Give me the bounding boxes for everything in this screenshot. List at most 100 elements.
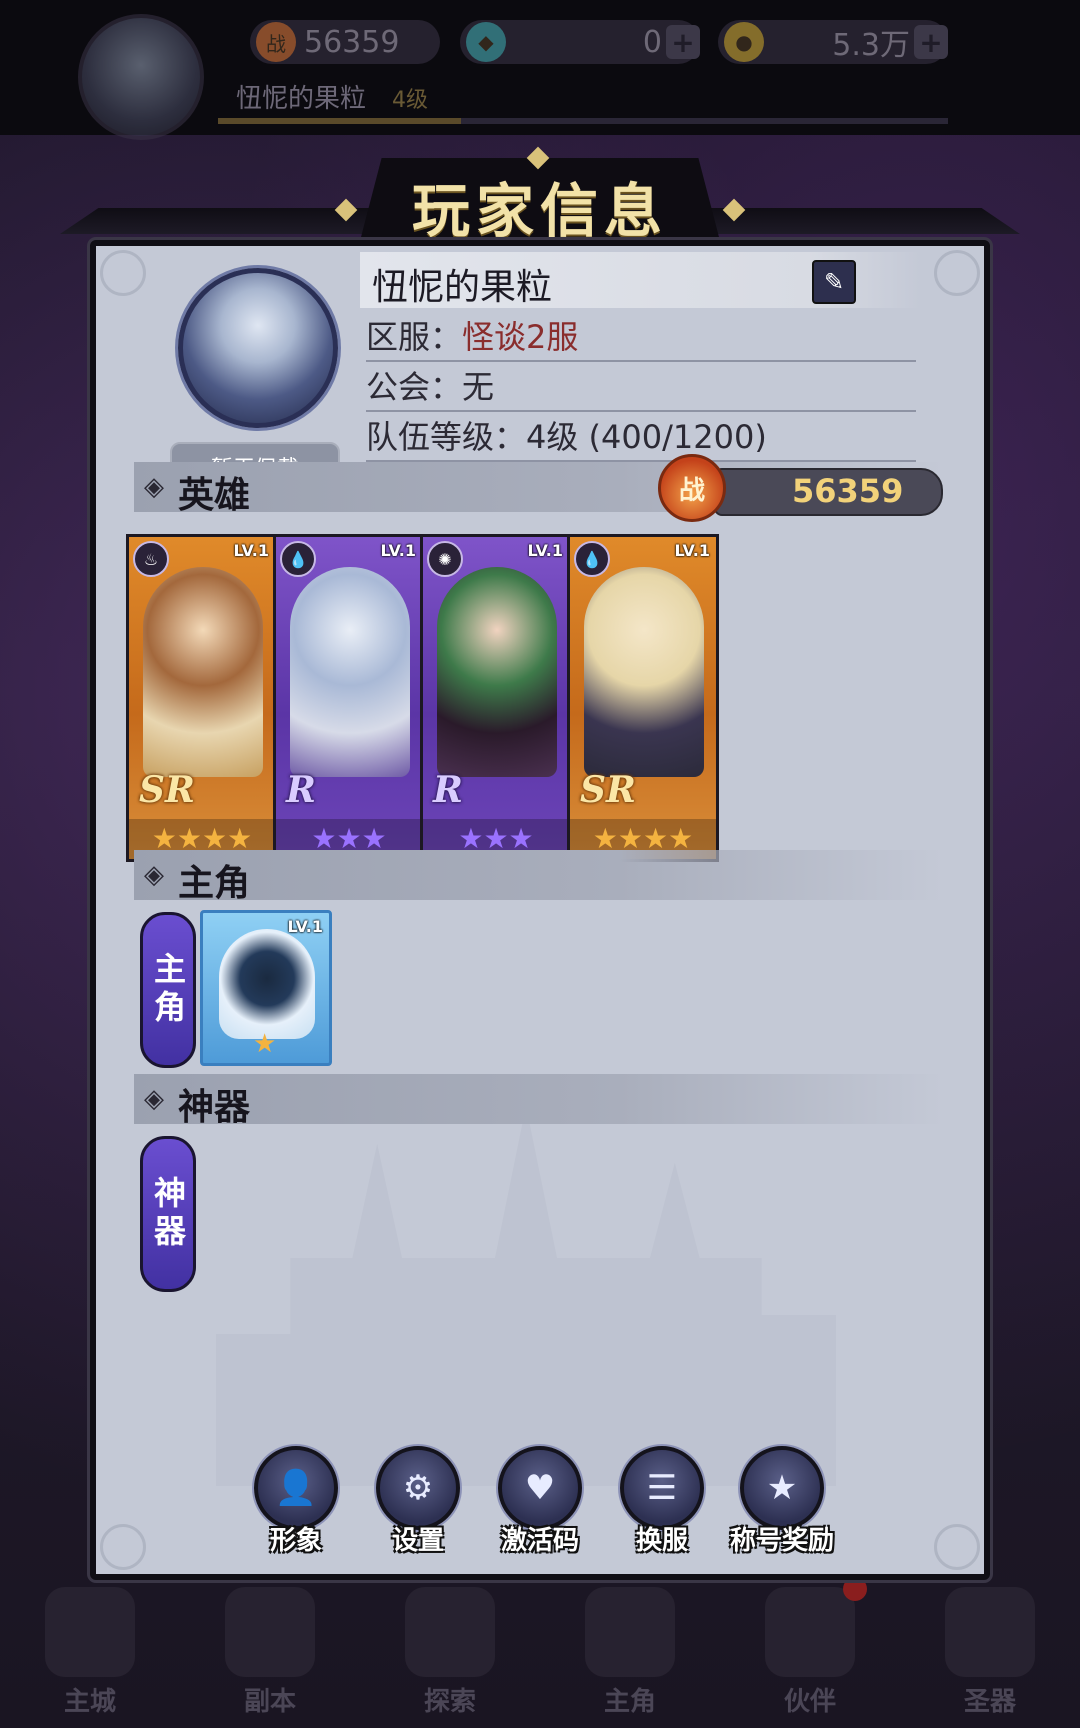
nav-item-4[interactable]: 主角 — [565, 1587, 695, 1718]
corner-ornament — [934, 250, 980, 296]
protagonist-card[interactable]: LV.1 ★ — [200, 910, 332, 1066]
water-icon: 💧 — [280, 541, 316, 577]
nav-icon — [225, 1587, 315, 1677]
gear-icon: ⚙ — [376, 1446, 460, 1530]
protagonist-tag: 主角 — [140, 912, 196, 1068]
protagonist-section-title: 主角 — [178, 863, 251, 904]
guild-value: 无 — [462, 368, 495, 406]
hero-portrait — [143, 567, 263, 777]
section-arrow-icon: ◈ — [144, 1084, 164, 1114]
protagonist-level: LV.1 — [287, 917, 323, 936]
hero-rarity: SR — [139, 769, 195, 811]
gift-code-icon: ♥ — [498, 1446, 582, 1530]
nav-item-2[interactable]: 副本 — [205, 1587, 335, 1718]
notification-badge — [843, 1577, 867, 1601]
hero-rarity: R — [433, 769, 463, 811]
water-icon: 💧 — [574, 541, 610, 577]
action-button-1[interactable]: 👤 形象 — [236, 1446, 356, 1556]
nav-item-1[interactable]: 主城 — [25, 1587, 155, 1718]
corner-ornament — [934, 1524, 980, 1570]
nav-label: 副本 — [243, 1687, 296, 1717]
artifact-tag: 神器 — [140, 1136, 196, 1292]
hero-level: LV.1 — [233, 541, 269, 560]
action-label: 激活码 — [500, 1526, 579, 1556]
nav-label: 主角 — [603, 1687, 656, 1717]
heroes-section-title: 英雄 — [178, 475, 251, 516]
hero-portrait — [437, 567, 557, 777]
action-button-3[interactable]: ♥ 激活码 — [480, 1446, 600, 1556]
nav-label: 主城 — [63, 1687, 116, 1717]
power-icon: 战 — [256, 22, 296, 62]
corner-ornament — [100, 250, 146, 296]
hero-card[interactable]: 💧 LV.1 R ★★★ — [273, 534, 425, 862]
nav-item-5[interactable]: 伙伴 — [745, 1577, 875, 1718]
gem-icon: ◆ — [466, 22, 506, 62]
hero-rarity: SR — [580, 769, 636, 811]
modal-header: 玩家信息 — [60, 146, 1020, 245]
hero-card[interactable]: ✺ LV.1 R ★★★ — [420, 534, 572, 862]
server-label: 区服： — [366, 318, 463, 356]
team-power-pill: 56359 — [714, 468, 943, 516]
name-field: 忸怩的果粒 ✎ — [360, 252, 920, 308]
nav-label: 探索 — [423, 1687, 476, 1717]
hero-rarity: R — [286, 769, 316, 811]
protagonist-section-header: ◈ 主角 — [134, 850, 944, 904]
player-avatar[interactable] — [178, 268, 338, 428]
nav-item-3[interactable]: 探索 — [385, 1587, 515, 1718]
team-level-label: 队伍等级： — [366, 418, 527, 456]
add-gold-button[interactable]: + — [914, 25, 948, 59]
top-exp-fill — [218, 118, 462, 124]
gem-resource: ◆ 0 + — [460, 20, 700, 64]
nav-label: 伙伴 — [783, 1687, 836, 1717]
pencil-icon: ✎ — [823, 268, 845, 296]
nav-icon — [945, 1587, 1035, 1677]
guild-row: 公会：无 — [366, 362, 916, 412]
action-button-2[interactable]: ⚙ 设置 — [358, 1446, 478, 1556]
top-exp-bar — [218, 118, 948, 124]
hero-portrait — [584, 567, 704, 777]
section-arrow-icon: ◈ — [144, 472, 164, 502]
gold-coin-icon: ● — [724, 22, 764, 62]
add-gem-button[interactable]: + — [666, 25, 700, 59]
edit-name-button[interactable]: ✎ — [812, 260, 856, 304]
hero-level: LV.1 — [527, 541, 563, 560]
top-player-level: 4级 — [392, 88, 428, 113]
avatar-icon: 👤 — [254, 1446, 338, 1530]
modal-title: 玩家信息 — [411, 177, 668, 245]
top-avatar[interactable] — [78, 14, 204, 140]
protagonist-stars: ★ — [253, 1029, 277, 1059]
gem-value: 0 — [642, 24, 662, 60]
power-value: 56359 — [304, 24, 400, 60]
player-name: 忸怩的果粒 — [372, 267, 553, 308]
nav-icon — [405, 1587, 495, 1677]
nav-icon — [765, 1587, 855, 1677]
action-label: 形象 — [269, 1526, 322, 1556]
nav-icon — [585, 1587, 675, 1677]
protagonist-portrait — [219, 929, 315, 1039]
nav-icon — [45, 1587, 135, 1677]
guild-label: 公会： — [366, 368, 463, 406]
top-player-name: 忸怩的果粒 — [236, 84, 367, 114]
action-button-4[interactable]: ☰ 换服 — [602, 1446, 722, 1556]
server-row: 区服：怪谈2服 — [366, 312, 916, 362]
team-level-row: 队伍等级：4级 (400/1200) — [366, 412, 916, 462]
nav-label: 圣器 — [963, 1687, 1016, 1717]
hero-card[interactable]: ♨ LV.1 SR ★★★★ — [126, 534, 278, 862]
fire-icon: ♨ — [133, 541, 169, 577]
artifact-section-title: 神器 — [178, 1087, 251, 1128]
artifact-section-header: ◈ 神器 — [134, 1074, 944, 1128]
action-button-5[interactable]: ★ 称号奖励 — [722, 1446, 842, 1556]
hero-level: LV.1 — [380, 541, 416, 560]
gold-value: 5.3万 — [832, 28, 910, 63]
hero-card[interactable]: 💧 LV.1 SR ★★★★ — [567, 534, 719, 862]
hero-level: LV.1 — [674, 541, 710, 560]
player-info-panel: 暂无佩戴 忸怩的果粒 ✎ 区服：怪谈2服 公会：无 队伍等级：4级 (400/1… — [90, 240, 990, 1580]
nav-item-6[interactable]: 圣器 — [925, 1587, 1055, 1718]
wind-icon: ✺ — [427, 541, 463, 577]
team-power-value: 56359 — [792, 472, 904, 510]
title-badge-icon: ★ — [740, 1446, 824, 1530]
top-status-bar: 战 56359 ◆ 0 + ● 5.3万 + 忸怩的果粒 4级 — [0, 0, 1080, 140]
power-resource: 战 56359 — [250, 20, 440, 64]
corner-ornament — [100, 1524, 146, 1570]
castle-watermark — [216, 1106, 836, 1486]
